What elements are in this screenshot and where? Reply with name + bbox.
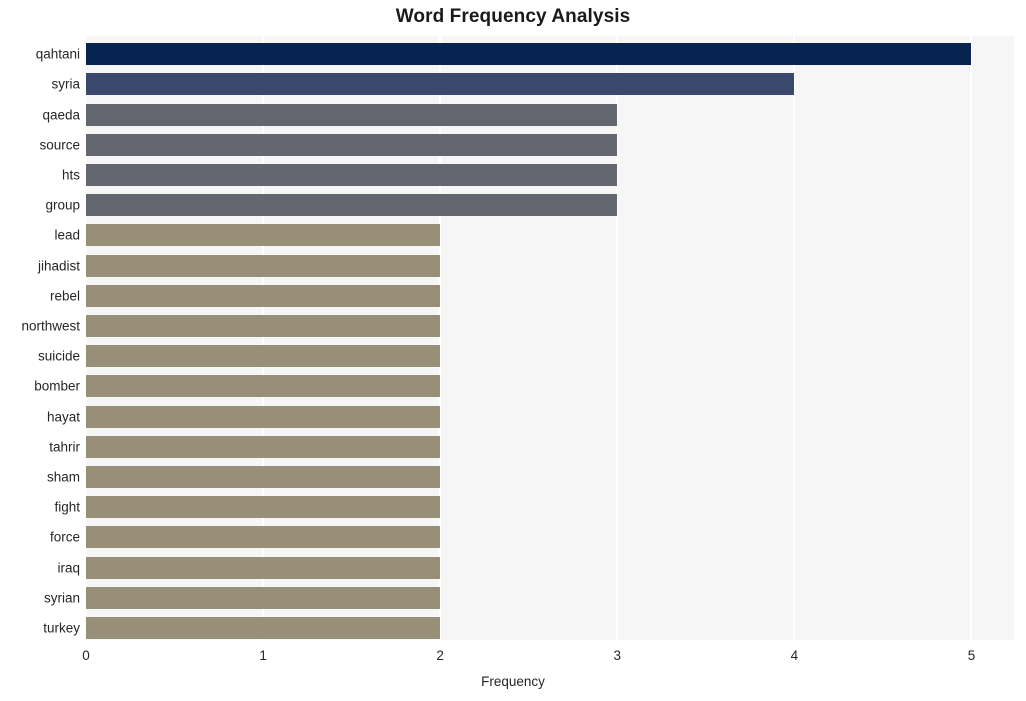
x-tick-label-4: 4 (790, 648, 799, 663)
bar-qaeda[interactable] (86, 103, 618, 126)
bar-row (86, 465, 1014, 488)
bar-row (86, 73, 1014, 96)
x-tick-label-5: 5 (967, 648, 976, 663)
y-tick-label-jihadist: jihadist (37, 258, 80, 273)
bar-row (86, 254, 1014, 277)
y-tick-label-lead: lead (54, 227, 80, 243)
bar-rebel[interactable] (86, 284, 441, 307)
y-tick-label-qahtani: qahtani (35, 46, 80, 62)
bar-force[interactable] (86, 526, 441, 549)
y-tick-label-bomber: bomber (34, 378, 80, 394)
bar-row (86, 526, 1014, 549)
bar-row (86, 103, 1014, 126)
y-tick-label-suicide: suicide (37, 348, 80, 364)
bar-row (86, 586, 1014, 609)
bar-row (86, 163, 1014, 186)
bar-iraq[interactable] (86, 556, 441, 579)
y-tick-label-northwest: northwest (21, 318, 80, 334)
bar-row (86, 345, 1014, 368)
bar-row (86, 556, 1014, 579)
bars-layer (86, 36, 1014, 640)
bar-turkey[interactable] (86, 616, 441, 639)
y-tick-label-hts: hts (61, 167, 80, 183)
bar-row (86, 435, 1014, 458)
bar-row (86, 405, 1014, 428)
y-tick-label-rebel: rebel (49, 288, 80, 304)
y-tick-label-fight: fight (54, 499, 80, 515)
bar-row (86, 133, 1014, 156)
y-tick-label-qaeda: qaeda (42, 107, 80, 122)
x-tick-label-3: 3 (613, 648, 622, 663)
bar-row (86, 194, 1014, 217)
y-tick-label-source: source (39, 137, 80, 153)
bar-hayat[interactable] (86, 405, 441, 428)
y-tick-label-sham: sham (46, 469, 80, 485)
bar-fight[interactable] (86, 496, 441, 519)
bar-group[interactable] (86, 194, 618, 217)
y-tick-label-turkey: turkey (43, 620, 80, 636)
chart-title: Word Frequency Analysis (395, 6, 631, 27)
y-tick-label-group: group (45, 197, 80, 213)
bar-syria[interactable] (86, 73, 795, 96)
bar-row (86, 224, 1014, 247)
plot-area (85, 36, 1014, 640)
x-axis-title: Frequency (481, 674, 545, 689)
y-tick-label-syria: syria (51, 76, 80, 92)
bar-hts[interactable] (86, 163, 618, 186)
y-tick-label-syrian: syrian (43, 590, 80, 606)
bar-row (86, 314, 1014, 337)
bar-northwest[interactable] (86, 314, 441, 337)
y-tick-label-iraq: iraq (57, 560, 80, 575)
y-axis-tick-labels: qahtani syria qaeda source hts group lead jihad… (0, 36, 80, 640)
bar-bomber[interactable] (86, 375, 441, 398)
bar-qahtani[interactable] (86, 43, 972, 66)
y-tick-label-tahrir: tahrir (49, 439, 80, 455)
y-tick-label-hayat: hayat (46, 409, 80, 424)
bar-row (86, 284, 1014, 307)
x-axis-tick-labels: 0 1 2 3 4 5 (82, 648, 1014, 670)
bar-suicide[interactable] (86, 345, 441, 368)
x-tick-label-0: 0 (82, 648, 90, 663)
word-frequency-bar-chart: Word Frequency Analysis qahtani syria qaed… (0, 0, 1026, 701)
bar-sham[interactable] (86, 465, 441, 488)
bar-row (86, 43, 1014, 66)
x-tick-label-2: 2 (436, 648, 444, 663)
bar-lead[interactable] (86, 224, 441, 247)
bar-row (86, 375, 1014, 398)
bar-row (86, 616, 1014, 639)
x-tick-label-1: 1 (259, 648, 267, 663)
bar-syrian[interactable] (86, 586, 441, 609)
bar-jihadist[interactable] (86, 254, 441, 277)
bar-source[interactable] (86, 133, 618, 156)
bar-row (86, 496, 1014, 519)
bar-tahrir[interactable] (86, 435, 441, 458)
y-tick-label-force: force (49, 529, 80, 545)
